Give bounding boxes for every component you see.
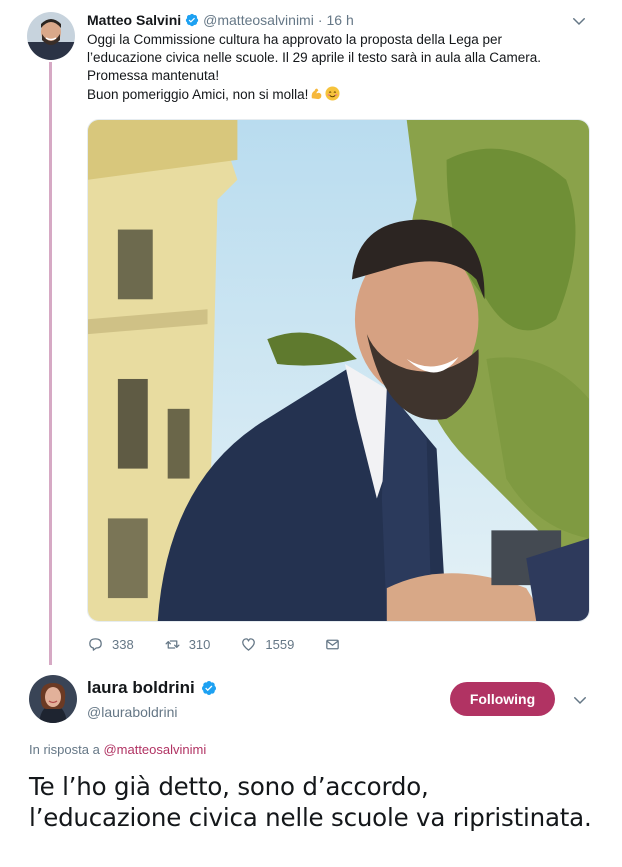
chevron-down-icon[interactable] <box>570 12 588 30</box>
smiling-face-icon <box>325 86 340 101</box>
retweet-button[interactable]: 310 <box>164 636 211 653</box>
reply-text-line: l’educazione civica nelle scuole va ripr… <box>29 803 592 832</box>
reply-button[interactable]: 338 <box>87 636 134 653</box>
reply-mention-link[interactable]: @matteosalvinimi <box>103 742 206 757</box>
reply-icon <box>89 638 102 651</box>
like-count: 1559 <box>265 637 295 652</box>
reply-text: Te l’ho già detto, sono d’accordo, l’edu… <box>29 771 609 833</box>
flexed-biceps-icon <box>309 86 324 101</box>
reply-author-header: laura boldrini <box>87 677 221 699</box>
reply-author-name[interactable]: laura boldrini <box>87 677 195 699</box>
retweet-icon <box>165 640 180 649</box>
retweet-count: 310 <box>188 637 211 652</box>
tweet-header: Matteo Salvini @matteosalvinimi · 16 h <box>87 11 354 29</box>
avatar[interactable] <box>27 12 75 60</box>
timestamp[interactable]: 16 h <box>327 11 354 29</box>
reply-text-line: Te l’ho già detto, sono d’accordo, <box>29 772 429 801</box>
direct-message-button[interactable] <box>324 636 349 653</box>
author-handle[interactable]: @matteosalvinimi <box>203 11 314 29</box>
following-button[interactable]: Following <box>450 682 555 716</box>
reply-context: In risposta a @matteosalvinimi <box>29 742 206 758</box>
reply-author-handle[interactable]: @lauraboldrini <box>87 703 177 721</box>
author-name[interactable]: Matteo Salvini <box>87 11 181 29</box>
thread-connector-line <box>49 62 52 665</box>
tweet-text-line: Promessa mantenuta! <box>87 68 220 84</box>
envelope-icon <box>326 639 340 650</box>
tweet-photo[interactable] <box>87 119 590 622</box>
heart-icon <box>242 638 256 651</box>
verified-badge-icon <box>201 680 217 696</box>
tweet-actions: 338 310 1559 <box>87 636 379 653</box>
tweet-text-line: l’educazione civica nelle scuole. Il 29 … <box>87 50 541 66</box>
tweet-text-line: Buon pomeriggio Amici, non si molla! <box>87 86 597 104</box>
reply-prefix: In risposta a <box>29 742 100 757</box>
chevron-down-icon[interactable] <box>571 691 589 709</box>
tweet-text-line-content: Buon pomeriggio Amici, non si molla! <box>87 86 309 102</box>
tweet-text-line: Oggi la Commissione cultura ha approvato… <box>87 32 502 47</box>
verified-badge-icon <box>185 13 199 27</box>
separator-dot: · <box>317 12 323 28</box>
like-button[interactable]: 1559 <box>240 636 294 653</box>
tweet-text: Oggi la Commissione cultura ha approvato… <box>87 31 597 104</box>
reply-count: 338 <box>112 637 134 652</box>
avatar[interactable] <box>29 675 77 723</box>
